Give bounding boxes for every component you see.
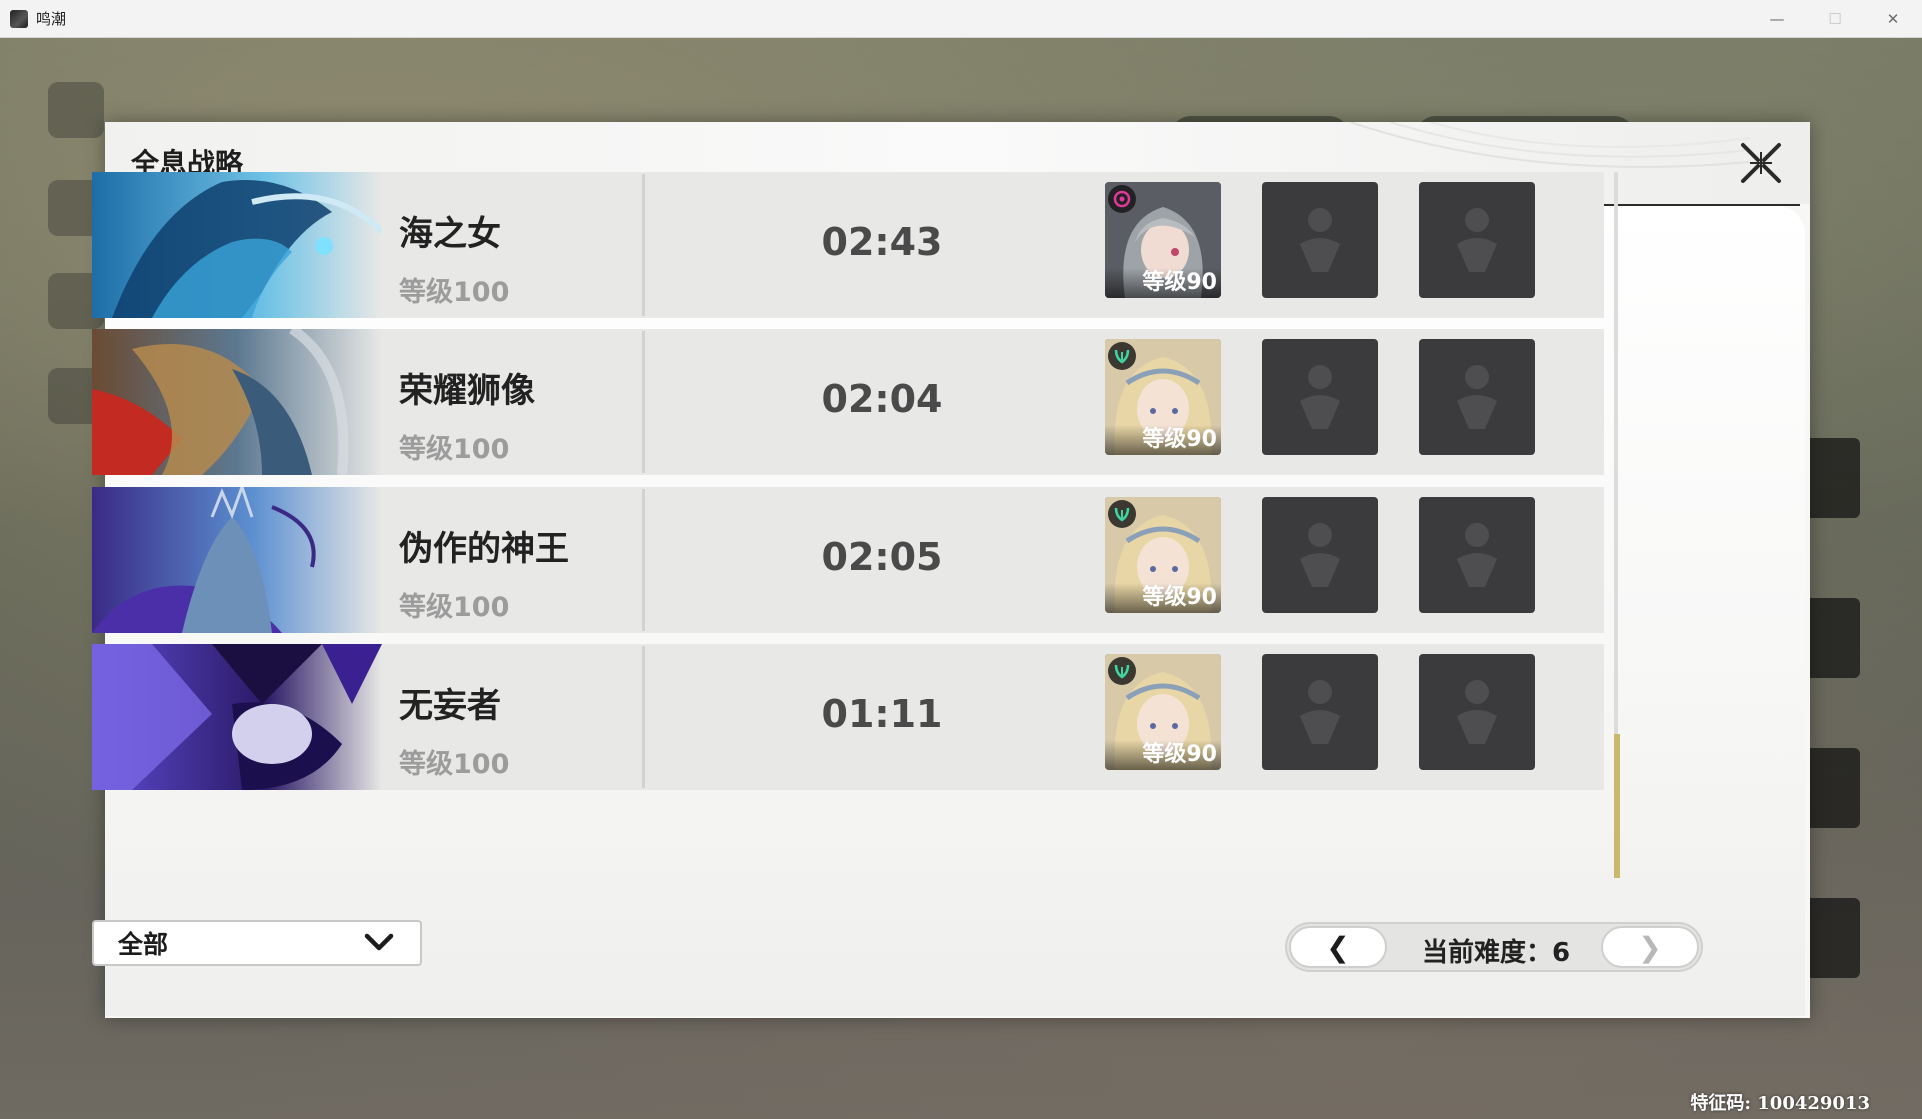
empty-character-slot[interactable] [1262,497,1378,613]
havoc-element-icon [1113,190,1131,208]
chevron-left-icon: ❮ [1326,930,1350,964]
character-level: 等级90 [1105,425,1221,455]
boss-name: 无妄者 [399,686,501,726]
clear-time: 01:11 [821,692,943,736]
minimize-button[interactable]: — [1748,0,1806,37]
empty-character-slot[interactable] [1419,497,1535,613]
empty-character-slot[interactable] [1262,182,1378,298]
element-badge [1108,342,1136,370]
boss-level: 等级100 [399,277,510,308]
list-scrollbar-thumb[interactable] [1614,734,1620,878]
window-titlebar: 鸣潮 — ☐ ✕ [0,0,1922,38]
window-close-button[interactable]: ✕ [1864,0,1922,37]
bg-hud-icon [48,82,104,138]
character-slot[interactable]: 等级90 [1105,339,1221,455]
empty-character-slot[interactable] [1419,654,1535,770]
empty-person-icon [1300,365,1340,429]
boss-level: 等级100 [399,592,510,623]
character-level: 等级90 [1105,268,1221,298]
prev-difficulty-button[interactable]: ❮ [1289,926,1387,968]
empty-person-icon [1457,208,1497,272]
empty-character-slot[interactable] [1262,654,1378,770]
character-slot[interactable]: 等级90 [1105,182,1221,298]
element-badge [1108,657,1136,685]
empty-character-slot[interactable] [1419,339,1535,455]
empty-person-icon [1300,523,1340,587]
app-icon [10,9,28,28]
boss-name: 荣耀狮像 [399,371,535,411]
boss-portrait [92,172,382,318]
aero-element-icon [1114,349,1130,364]
empty-person-icon [1300,208,1340,272]
empty-person-icon [1457,365,1497,429]
character-level: 等级90 [1105,583,1221,613]
boss-portrait-image [92,172,382,318]
boss-portrait-image [92,644,382,790]
feature-code: 特征码: 100429013 [1690,1093,1870,1114]
chevron-down-icon [364,933,394,951]
boss-portrait-image [92,329,382,475]
chevron-right-icon: ❯ [1638,930,1662,964]
close-icon [1741,143,1781,183]
boss-row[interactable]: 荣耀狮像 等级100 02:04 等级90 [92,329,1604,475]
maximize-button[interactable]: ☐ [1806,0,1864,37]
boss-level: 等级100 [399,434,510,465]
empty-character-slot[interactable] [1419,182,1535,298]
empty-character-slot[interactable] [1262,339,1378,455]
modal-close-button[interactable] [1736,138,1786,188]
clear-time: 02:04 [821,377,943,421]
boss-list: 海之女 等级100 02:43 等级90 荣耀狮像 等级100 02:04 等级… [92,172,1604,878]
empty-person-icon [1300,680,1340,744]
empty-person-icon [1457,680,1497,744]
row-divider [642,646,645,788]
difficulty-selector: ❮ 当前难度：6 ❯ [1285,922,1703,972]
character-level: 等级90 [1105,740,1221,770]
boss-name: 海之女 [399,214,501,254]
boss-level: 等级100 [399,749,510,780]
character-slot[interactable]: 等级90 [1105,654,1221,770]
element-badge [1108,500,1136,528]
window-controls: — ☐ ✕ [1748,0,1922,37]
clear-time: 02:05 [821,535,943,579]
window-title: 鸣潮 [36,10,67,28]
current-difficulty-label: 当前难度：6 [1422,938,1571,968]
boss-portrait [92,329,382,475]
filter-selected-value: 全部 [118,930,169,959]
row-divider [642,174,645,316]
boss-portrait [92,487,382,633]
boss-row[interactable]: 伪作的神王 等级100 02:05 等级90 [92,487,1604,633]
next-difficulty-button[interactable]: ❯ [1601,926,1699,968]
boss-name: 伪作的神王 [399,529,569,569]
aero-element-icon [1114,664,1130,679]
boss-portrait [92,644,382,790]
boss-row[interactable]: 无妄者 等级100 01:11 等级90 [92,644,1604,790]
element-badge [1108,185,1136,213]
character-slot[interactable]: 等级90 [1105,497,1221,613]
row-divider [642,331,645,473]
empty-person-icon [1457,523,1497,587]
filter-dropdown[interactable]: 全部 [92,920,422,966]
boss-row[interactable]: 海之女 等级100 02:43 等级90 [92,172,1604,318]
aero-element-icon [1114,507,1130,522]
row-divider [642,489,645,631]
boss-portrait-image [92,487,382,633]
clear-time: 02:43 [821,220,943,264]
